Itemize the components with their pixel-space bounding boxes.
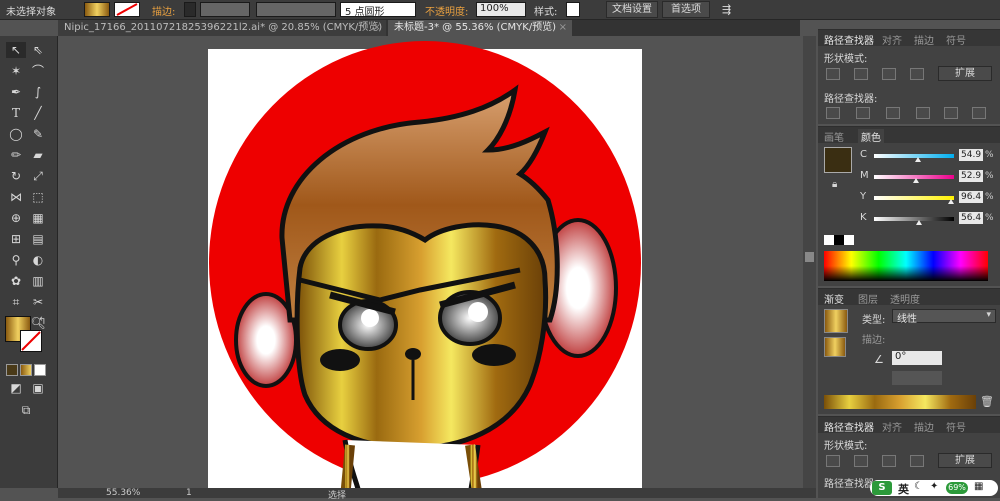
crop-icon[interactable] <box>916 107 930 119</box>
unite-icon[interactable] <box>826 68 840 80</box>
pathfinder-panel: 路径查找器 对齐 描边 符号 形状模式: 扩展 路径查找器: <box>818 29 1000 124</box>
k-value[interactable]: 56.4 <box>959 212 983 224</box>
c-slider[interactable] <box>874 154 954 162</box>
intersect-icon[interactable] <box>882 68 896 80</box>
shape-modes-label: 形状模式: <box>824 54 868 65</box>
gradient-panel: 渐变 图层 透明度 类型: 线性 ▾ 描边: ∠ 0° 🗑︎ <box>818 288 1000 414</box>
moon-icon[interactable]: ☾ <box>914 481 923 492</box>
gradient-swatch[interactable] <box>824 309 848 333</box>
slider-thumb[interactable] <box>947 199 954 204</box>
tab-gradient[interactable]: 渐变 <box>824 291 844 306</box>
angle-icon: ∠ <box>874 353 884 366</box>
scroll-thumb[interactable] <box>805 252 814 262</box>
minus-front-icon[interactable] <box>854 68 868 80</box>
gradient-type-select[interactable]: 线性 ▾ <box>892 309 996 325</box>
color-spectrum[interactable] <box>824 251 988 281</box>
k-slider[interactable] <box>874 217 954 225</box>
right-panels: 路径查找器 对齐 描边 符号 形状模式: 扩展 路径查找器: 画笔 颜色 🔒︎ … <box>816 20 1000 498</box>
shape-modes-label-2: 形状模式: <box>824 441 868 452</box>
tab-align[interactable]: 对齐 <box>882 32 902 47</box>
intersect-icon[interactable] <box>882 455 896 467</box>
exclude-icon[interactable] <box>910 455 924 467</box>
tab-symbols-2[interactable]: 符号 <box>946 419 966 434</box>
tab-stroke-2[interactable]: 描边 <box>914 419 934 434</box>
gradient-type-label: 类型: <box>862 315 886 326</box>
slider-thumb[interactable] <box>913 178 920 183</box>
sogou-icon[interactable]: S <box>872 481 892 495</box>
unite-icon[interactable] <box>826 455 840 467</box>
tab-layers[interactable]: 图层 <box>858 291 878 306</box>
c-label: C <box>860 149 867 160</box>
status-bar: 55.36% 1 选择 <box>58 488 816 501</box>
expand-button[interactable]: 扩展 <box>938 66 992 81</box>
vertical-scrollbar[interactable] <box>803 36 816 488</box>
zoom-level[interactable]: 55.36% <box>106 488 140 498</box>
m-label: M <box>860 170 869 181</box>
k-percent: % <box>985 213 994 223</box>
tab-pathfinder-2[interactable]: 路径查找器 <box>824 419 874 434</box>
ime-toolbar: S 英 ☾ ✦ 69% ▦ <box>870 480 998 496</box>
punctuation-icon[interactable]: ✦ <box>930 481 938 492</box>
c-value[interactable]: 54.9 <box>959 149 983 161</box>
k-label: K <box>860 212 867 223</box>
m-value[interactable]: 52.9 <box>959 170 983 182</box>
grid-icon[interactable]: ▦ <box>974 481 983 492</box>
outline-icon[interactable] <box>944 107 958 119</box>
y-percent: % <box>985 192 994 202</box>
trash-icon[interactable]: 🗑︎ <box>980 395 994 408</box>
slider-thumb[interactable] <box>915 220 922 225</box>
y-value[interactable]: 96.4 <box>959 191 983 203</box>
none-black-white-swatches[interactable] <box>824 235 854 245</box>
divide-icon[interactable] <box>826 107 840 119</box>
artboard-number[interactable]: 1 <box>186 488 192 498</box>
lock-icon: 🔒︎ <box>832 179 838 190</box>
m-percent: % <box>985 171 994 181</box>
color-swatch[interactable] <box>824 147 852 173</box>
tab-color[interactable]: 颜色 <box>858 129 884 144</box>
tab-stroke[interactable]: 描边 <box>914 32 934 47</box>
tab-symbols[interactable]: 符号 <box>946 32 966 47</box>
tab-pathfinder[interactable]: 路径查找器 <box>824 32 874 47</box>
chevron-down-icon: ▾ <box>986 310 991 320</box>
merge-icon[interactable] <box>886 107 900 119</box>
c-percent: % <box>985 150 994 160</box>
color-panel: 画笔 颜色 🔒︎ C 54.9 % M 52.9 % Y 96.4 % K 56… <box>818 126 1000 286</box>
m-slider[interactable] <box>874 175 954 183</box>
stroke-label: 描边: <box>862 335 886 346</box>
y-label: Y <box>860 191 867 202</box>
exclude-icon[interactable] <box>910 68 924 80</box>
tab-transparency[interactable]: 透明度 <box>890 291 920 306</box>
minus-back-icon[interactable] <box>972 107 986 119</box>
minus-front-icon[interactable] <box>854 455 868 467</box>
tab-align-2[interactable]: 对齐 <box>882 419 902 434</box>
pathfinders-label: 路径查找器: <box>824 94 878 105</box>
tab-brushes[interactable]: 画笔 <box>824 129 844 144</box>
current-tool-label: 选择 <box>328 491 347 501</box>
expand-button-2[interactable]: 扩展 <box>938 453 992 468</box>
slider-thumb[interactable] <box>915 157 921 162</box>
angle-input[interactable]: 0° <box>892 351 942 365</box>
gradient-fill-stroke[interactable] <box>824 337 846 357</box>
gradient-slider[interactable] <box>824 395 976 409</box>
trim-icon[interactable] <box>856 107 870 119</box>
aspect-ratio-input[interactable] <box>892 371 942 385</box>
battery-indicator: 69% <box>946 482 968 494</box>
y-slider[interactable] <box>874 196 954 204</box>
ime-language[interactable]: 英 <box>898 481 909 497</box>
